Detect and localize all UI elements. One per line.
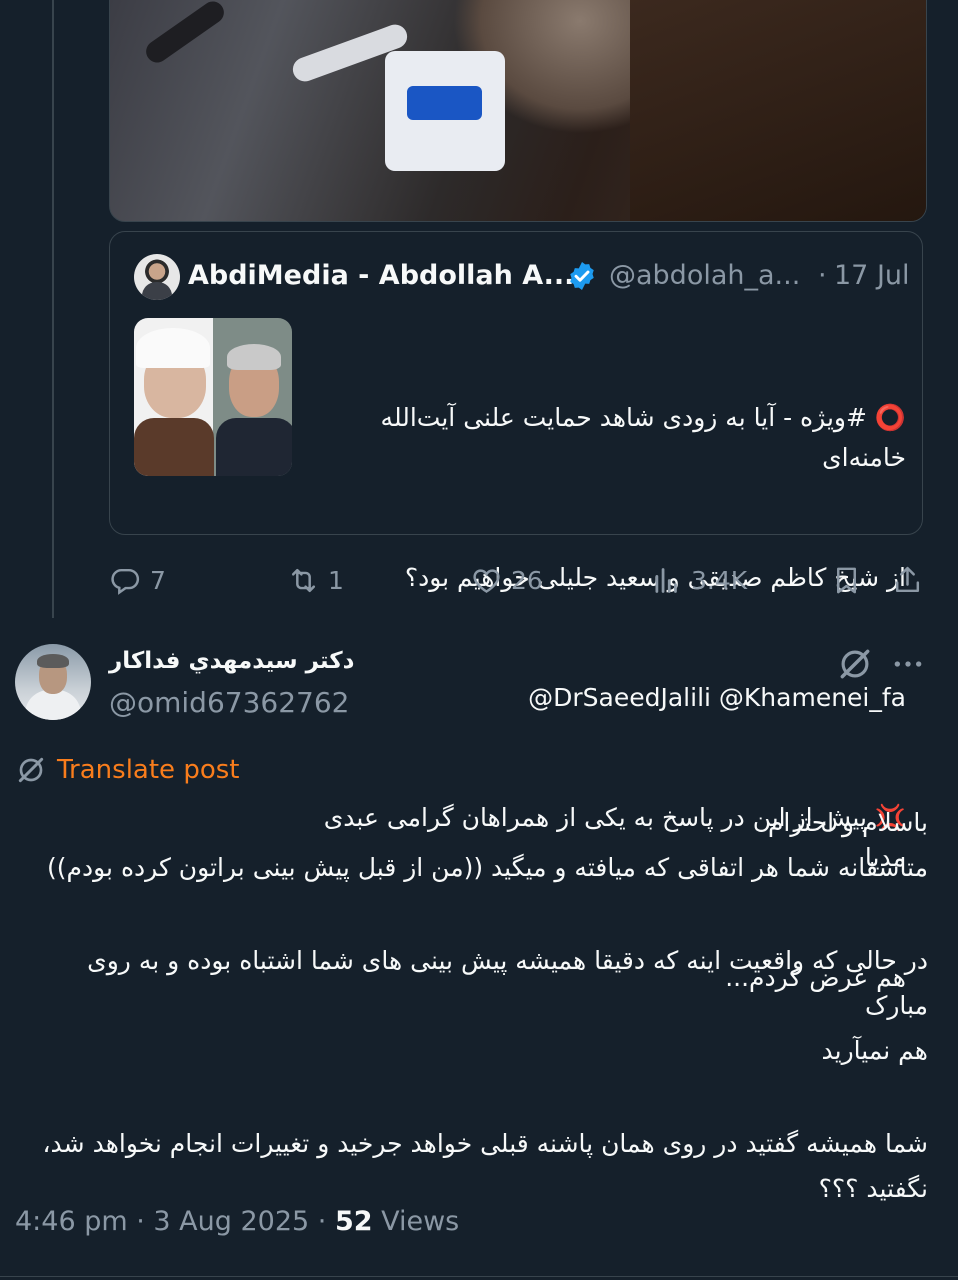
quoted-author-name[interactable]: AbdiMedia - Abdollah A... (188, 260, 574, 291)
quoted-tweet-card[interactable]: AbdiMedia - Abdollah A... @abdolah_a... … (109, 231, 923, 992)
quoted-text-line: از شیخ کاظم صدیقی و سعید جلیلی خواهیم بو… (404, 563, 906, 592)
post-text-line: هم نمیآرید (821, 1036, 929, 1065)
repost-count: 1 (328, 565, 344, 595)
bookmark-icon (837, 567, 856, 593)
more-options-icon[interactable] (892, 650, 924, 678)
share-icon (895, 566, 920, 592)
microphone-shape (141, 0, 229, 67)
post-timestamp[interactable]: 4:46 pm · 3 Aug 2025 · (15, 1206, 335, 1237)
quoted-media-thumbnail[interactable] (134, 318, 292, 476)
quoted-tweet-date[interactable]: 17 Jul (834, 260, 910, 291)
quoted-text-line: ⭕ #ویژه - آیا به زودی شاهد حمایت علنی آی… (372, 403, 906, 472)
views-button[interactable]: 3.4K (650, 562, 747, 598)
reply-icon (111, 568, 140, 595)
reply-author-handle[interactable]: @omid67362762 (109, 686, 349, 719)
dot-separator: · (818, 260, 827, 291)
repost-button[interactable]: 1 (287, 562, 344, 598)
analytics-icon (655, 567, 677, 593)
robe-shape (630, 0, 926, 221)
tweet-media-image[interactable] (109, 0, 927, 222)
reply-author-avatar[interactable] (15, 644, 91, 720)
quoted-author-handle[interactable]: @abdolah_a... (609, 260, 800, 291)
post-views-count: 52 (334, 1206, 373, 1237)
reply-post-text: باسلام و احترام متاسفانه شما هر اتفاقی ک… (30, 800, 928, 1211)
post-text-line: شما همیشه گفتید در روی همان پاشنه قبلی خ… (42, 1129, 928, 1158)
post-text-line: نگفتید ؟؟؟ (818, 1174, 928, 1203)
divider (0, 1276, 958, 1277)
reply-author-name[interactable]: دكتر سيدمهدي فداكار (109, 648, 354, 674)
post-text-line: متاسفانه شما هر اتفاقی که میافته و میگید… (47, 853, 928, 882)
views-count: 3.4K (691, 565, 748, 595)
reply-button[interactable]: 7 (109, 562, 166, 598)
post-text-line: در حالی که واقعیت اینه که دقیقا همیشه پی… (87, 946, 928, 1020)
like-count: 26 (511, 565, 543, 595)
verified-badge-icon (570, 262, 594, 290)
like-button[interactable]: 26 (470, 562, 543, 598)
grok-icon[interactable] (836, 645, 874, 683)
thread-connector-line (52, 0, 54, 618)
share-button[interactable] (891, 562, 924, 598)
post-text-line: باسلام و احترام (767, 808, 928, 837)
quoted-mentions[interactable]: @DrSaeedJalili @Khamenei_fa (320, 678, 906, 718)
reply-count: 7 (150, 565, 166, 595)
microphone-logo-card (385, 51, 505, 171)
post-metadata: 4:46 pm · 3 Aug 2025 · 52 Views (15, 1206, 459, 1237)
post-views-label: Views (372, 1206, 460, 1237)
repost-icon (291, 568, 316, 592)
translate-post-link[interactable]: Translate post (15, 754, 239, 786)
quoted-author-avatar[interactable] (134, 254, 180, 300)
heart-icon (473, 568, 500, 593)
translate-icon (18, 757, 44, 783)
bookmark-button[interactable] (830, 562, 863, 598)
translate-post-label: Translate post (57, 755, 240, 785)
